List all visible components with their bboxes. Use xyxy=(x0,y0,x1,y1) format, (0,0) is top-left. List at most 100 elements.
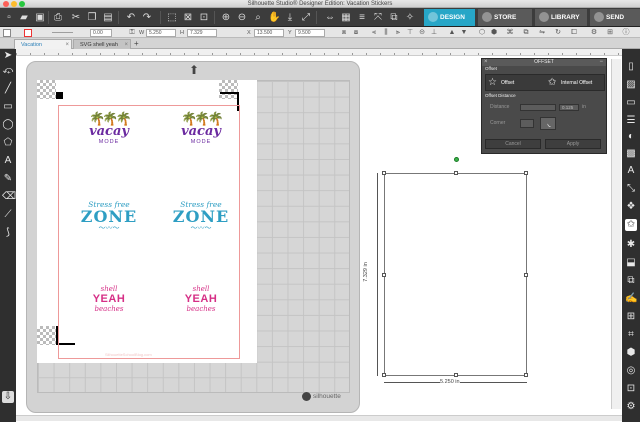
transform-panel-icon[interactable]: ⤡ xyxy=(625,183,637,195)
knife-tool-icon[interactable]: ⟋ xyxy=(2,209,14,221)
trace-icon[interactable]: ⌘ xyxy=(506,29,514,37)
ellipse-tool-icon[interactable]: ◯ xyxy=(2,119,14,131)
line-style-icon[interactable]: ≡ xyxy=(356,12,368,23)
settings-icon[interactable]: ⚙ xyxy=(590,29,598,37)
resize-handle-left[interactable] xyxy=(382,273,386,277)
align-middle-icon[interactable]: ⊝ xyxy=(418,29,426,37)
layers-panel-icon[interactable]: ☰ xyxy=(625,115,637,127)
sketch-panel-icon[interactable]: ✍ xyxy=(625,293,637,305)
pattern-panel-icon[interactable]: ▩ xyxy=(625,148,637,160)
apply-button[interactable]: Apply xyxy=(545,139,601,149)
zoom-in-icon[interactable]: ⊕ xyxy=(220,12,232,23)
resize-handle-bottom-left[interactable] xyxy=(382,373,386,377)
nudge-icon[interactable]: ⇔ xyxy=(324,12,336,23)
trace-panel-icon[interactable]: ✱ xyxy=(625,239,637,251)
duplicate-icon[interactable]: ⧉ xyxy=(522,29,530,37)
eyedropper-tool-icon[interactable]: ⟆ xyxy=(2,227,14,239)
pencil-tool-icon[interactable]: ✎ xyxy=(2,173,14,185)
paste-icon[interactable]: ▤ xyxy=(102,12,114,23)
gradient-panel-icon[interactable]: ◐ xyxy=(625,131,637,143)
text-tool-icon[interactable]: A xyxy=(2,155,14,167)
send-to-back-icon[interactable]: ▼ xyxy=(460,29,468,37)
resize-handle-top[interactable] xyxy=(454,171,458,175)
copy-icon[interactable]: ❐ xyxy=(86,12,98,23)
tab-vacation-stickers[interactable]: Vacation Stickers × xyxy=(14,39,72,58)
edit-points-icon[interactable]: ⤽ xyxy=(2,65,14,77)
nav-send-button[interactable]: SEND xyxy=(590,9,640,26)
grid-toggle-icon[interactable]: ▦ xyxy=(340,12,352,23)
print-cut-panel-icon[interactable]: ⊞ xyxy=(625,311,637,323)
print-icon[interactable]: ⎙ xyxy=(52,12,64,23)
offset-panel-icon[interactable]: ✩ xyxy=(625,219,637,231)
distance-slider[interactable] xyxy=(520,104,556,111)
select-tool-icon[interactable]: ➤ xyxy=(2,50,14,62)
nav-library-button[interactable]: LIBRARY xyxy=(535,9,587,26)
align-left-icon[interactable]: ⫷ xyxy=(370,29,378,37)
line-width-slider[interactable]: ——— xyxy=(40,29,85,37)
rotation-handle[interactable] xyxy=(454,157,459,162)
rotate-icon[interactable]: ↻ xyxy=(554,29,562,37)
horizontal-scrollbar[interactable] xyxy=(16,415,622,421)
eraser-tool-icon[interactable]: ⌫ xyxy=(2,191,16,203)
fill-color-swatch[interactable] xyxy=(3,29,11,37)
cut-settings-panel-icon[interactable]: ◎ xyxy=(625,365,637,377)
zoom-out-icon[interactable]: ⊖ xyxy=(236,12,248,23)
corner-sharp-option[interactable] xyxy=(520,119,534,128)
fill-panel-icon[interactable]: ▨ xyxy=(625,79,637,91)
preferences-panel-icon[interactable]: ⚙ xyxy=(625,401,637,413)
lock-icon[interactable]: ⚿ xyxy=(128,29,136,37)
align-top-icon[interactable]: ⊤ xyxy=(406,29,414,37)
polygon-tool-icon[interactable]: ⬠ xyxy=(2,137,14,149)
modify-panel-icon[interactable]: ⬓ xyxy=(625,257,637,269)
select-by-color-icon[interactable]: ⊡ xyxy=(198,12,210,23)
undo-icon[interactable]: ↶ xyxy=(125,12,137,23)
align-bottom-icon[interactable]: ⊥ xyxy=(430,29,438,37)
line-width-field[interactable]: 0.00 xyxy=(90,29,112,37)
y-field[interactable]: 9.500 xyxy=(295,29,325,37)
line-color-swatch[interactable] xyxy=(24,29,32,37)
nav-store-button[interactable]: STORE xyxy=(478,9,532,26)
zoom-box-icon[interactable]: ⌕ xyxy=(252,12,264,23)
corner-round-option[interactable]: ◟ xyxy=(540,117,556,130)
height-field[interactable]: 7.329 xyxy=(187,29,217,37)
design-store-panel-icon[interactable]: ⊡ xyxy=(625,383,637,395)
line-panel-icon[interactable]: ▭ xyxy=(625,97,637,109)
new-document-icon[interactable]: ▫ xyxy=(3,12,15,23)
cancel-button[interactable]: Cancel xyxy=(485,139,541,149)
width-field[interactable]: 5.250 xyxy=(146,29,176,37)
save-icon[interactable]: ▣ xyxy=(34,12,46,23)
selected-rectangle[interactable] xyxy=(382,157,528,377)
weld-icon[interactable]: ⬡ xyxy=(478,29,486,37)
cut-icon[interactable]: ✂ xyxy=(70,12,82,23)
bring-to-front-icon[interactable]: ▲ xyxy=(448,29,456,37)
group-icon[interactable]: ⧈ xyxy=(340,29,348,37)
redo-icon[interactable]: ↷ xyxy=(141,12,153,23)
resize-handle-bottom[interactable] xyxy=(454,373,458,377)
close-panel-icon[interactable]: × xyxy=(484,59,488,66)
nav-design-button[interactable]: DESIGN xyxy=(424,9,475,26)
pan-hand-icon[interactable]: ✋ xyxy=(268,12,280,23)
mirror-icon[interactable]: ⇋ xyxy=(538,29,546,37)
select-all-icon[interactable]: ⬚ xyxy=(166,12,178,23)
nest-icon[interactable]: ⧠ xyxy=(570,29,578,37)
replicate-icon[interactable]: ⧉ xyxy=(388,12,400,23)
text-style-panel-icon[interactable]: A xyxy=(625,165,637,177)
align-center-icon[interactable]: ⫼ xyxy=(382,29,390,37)
magic-wand-icon[interactable]: ✧ xyxy=(404,12,416,23)
color-panel-icon[interactable]: ⬢ xyxy=(625,347,637,359)
line-tool-icon[interactable]: ╱ xyxy=(2,83,14,95)
x-field[interactable]: 13.500 xyxy=(254,29,284,37)
expand-icon[interactable]: ⊞ xyxy=(606,29,614,37)
ungroup-icon[interactable]: ⧇ xyxy=(352,29,360,37)
library-panel-icon[interactable]: ⧉ xyxy=(625,275,637,287)
offset-button[interactable]: ☆ Offset xyxy=(486,75,546,91)
distance-input[interactable]: 0.125 xyxy=(559,104,579,111)
tab-svg-shell-yeah[interactable]: SVG shell yeah × xyxy=(73,39,131,49)
deselect-icon[interactable]: ⊠ xyxy=(182,12,194,23)
resize-handle-top-right[interactable] xyxy=(524,171,528,175)
page-setup-icon[interactable]: ▯ xyxy=(625,61,637,73)
resize-handle-right[interactable] xyxy=(524,273,528,277)
replicate-panel-icon[interactable]: ❖ xyxy=(625,201,637,213)
offset-icon[interactable]: ⬢ xyxy=(490,29,498,37)
canvas-workspace[interactable]: ⬆ 🌴🌴🌴 vacay MODE 🌴🌴🌴 vacay MODE Stress f… xyxy=(16,49,622,422)
